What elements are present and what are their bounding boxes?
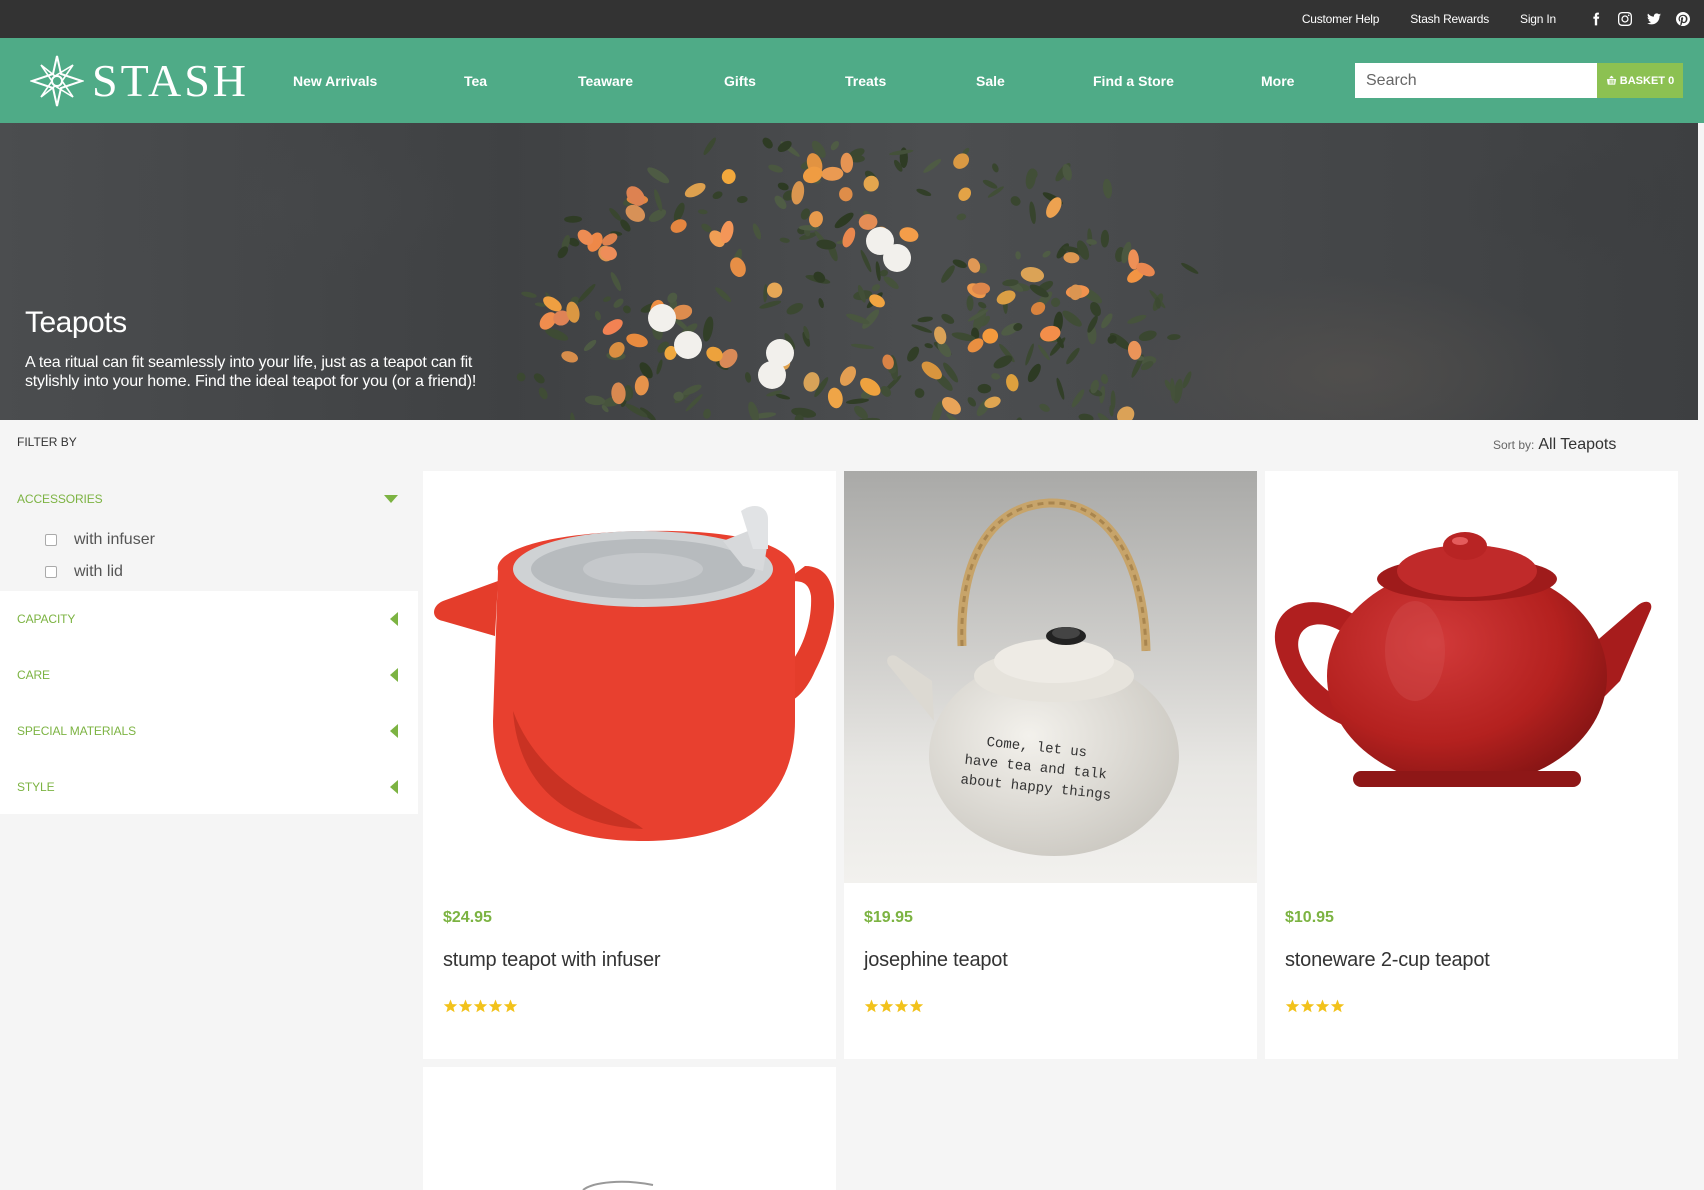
facet-care[interactable]: CARE (0, 647, 418, 703)
checkbox-with-infuser[interactable] (45, 534, 57, 546)
nav-teaware[interactable]: Teaware (578, 38, 633, 123)
compass-star-icon (30, 55, 84, 107)
product-name[interactable]: stoneware 2-cup teapot (1285, 949, 1490, 972)
option-with-lid[interactable]: with lid (45, 563, 123, 581)
facet-care-label: CARE (17, 668, 50, 682)
option-with-infuser[interactable]: with infuser (45, 531, 155, 549)
facet-accessories[interactable]: ACCESSORIES (0, 471, 418, 527)
star-icon (1315, 999, 1330, 1013)
product-card[interactable]: Come, let us have tea and talk about hap… (844, 471, 1257, 1059)
hero-banner: Teapots A tea ritual can fit seamlessly … (0, 123, 1698, 420)
star-icon (1330, 999, 1345, 1013)
star-icon (503, 999, 518, 1013)
basket-label: BASKET 0 (1619, 74, 1675, 87)
product-image-partial (423, 1067, 836, 1190)
checkbox-with-lid[interactable] (45, 566, 57, 578)
product-name[interactable]: stump teapot with infuser (443, 949, 661, 972)
filter-sidebar: ACCESSORIES with infuser with lid CAPACI… (0, 471, 418, 814)
sort-value[interactable]: All Teapots (1538, 436, 1616, 454)
basket-button[interactable]: BASKET 0 (1597, 63, 1683, 98)
rating-stars (443, 999, 518, 1013)
star-icon (458, 999, 473, 1013)
nav-find-a-store[interactable]: Find a Store (1093, 38, 1174, 123)
caret-down-icon (384, 495, 398, 503)
nav-more[interactable]: More (1261, 38, 1294, 123)
stash-rewards-link[interactable]: Stash Rewards (1410, 12, 1489, 26)
star-icon (443, 999, 458, 1013)
brand-name: STASH (92, 55, 250, 106)
product-card[interactable]: $24.95 stump teapot with infuser (423, 471, 836, 1059)
accessories-options: with infuser with lid (0, 527, 418, 591)
instagram-icon[interactable] (1618, 12, 1632, 26)
filter-by-heading: FILTER BY (17, 435, 77, 449)
caret-left-icon (390, 612, 398, 626)
nav-treats[interactable]: Treats (845, 38, 886, 123)
facet-style-label: STYLE (17, 780, 55, 794)
facet-capacity-label: CAPACITY (17, 612, 76, 626)
star-icon (488, 999, 503, 1013)
rating-stars (864, 999, 924, 1013)
facet-style[interactable]: STYLE (0, 759, 418, 815)
nav-sale[interactable]: Sale (976, 38, 1005, 123)
sign-in-link[interactable]: Sign In (1520, 12, 1556, 26)
product-image-red-stoneware-teapot[interactable] (1265, 471, 1678, 883)
utility-bar: Customer Help Stash Rewards Sign In (0, 0, 1704, 38)
twitter-icon[interactable] (1647, 12, 1661, 26)
caret-left-icon (390, 724, 398, 738)
page-title: Teapots (25, 306, 127, 339)
nav-new-arrivals[interactable]: New Arrivals (293, 38, 377, 123)
search-input[interactable]: Search (1355, 63, 1597, 98)
nav-gifts[interactable]: Gifts (724, 38, 756, 123)
star-icon (879, 999, 894, 1013)
caret-left-icon (390, 780, 398, 794)
pinterest-icon[interactable] (1676, 12, 1690, 26)
product-image-red-stump-teapot[interactable] (423, 471, 836, 883)
basket-icon (1606, 75, 1616, 85)
star-icon (909, 999, 924, 1013)
sort-label: Sort by: (1493, 438, 1535, 452)
star-icon (473, 999, 488, 1013)
facet-capacity[interactable]: CAPACITY (0, 591, 418, 647)
customer-help-link[interactable]: Customer Help (1302, 12, 1380, 26)
product-name[interactable]: josephine teapot (864, 949, 1008, 972)
product-image-josephine-teapot[interactable]: Come, let us have tea and talk about hap… (844, 471, 1257, 883)
star-icon (1300, 999, 1315, 1013)
star-icon (1285, 999, 1300, 1013)
page-description: A tea ritual can fit seamlessly into you… (25, 354, 477, 390)
facet-accessories-label: ACCESSORIES (17, 492, 103, 506)
facet-special-materials-label: SPECIAL MATERIALS (17, 724, 137, 738)
star-icon (894, 999, 909, 1013)
utility-links: Customer Help Stash Rewards Sign In (1302, 0, 1704, 38)
nav-tea[interactable]: Tea (464, 38, 487, 123)
option-label: with lid (74, 563, 123, 580)
product-price: $19.95 (864, 909, 913, 926)
sort-control[interactable]: Sort by: All Teapots (1493, 436, 1616, 454)
product-price: $10.95 (1285, 909, 1334, 926)
star-icon (864, 999, 879, 1013)
option-label: with infuser (74, 531, 155, 548)
main-navigation: STASH New Arrivals Tea Teaware Gifts Tre… (0, 38, 1704, 123)
social-links (1574, 12, 1690, 26)
product-price: $24.95 (443, 909, 492, 926)
product-card[interactable] (423, 1067, 836, 1190)
caret-left-icon (390, 668, 398, 682)
facebook-icon[interactable] (1589, 12, 1603, 26)
stash-logo[interactable]: STASH (30, 55, 249, 107)
facet-special-materials[interactable]: SPECIAL MATERIALS (0, 703, 418, 759)
rating-stars (1285, 999, 1345, 1013)
product-card[interactable]: $10.95 stoneware 2-cup teapot (1265, 471, 1678, 1059)
